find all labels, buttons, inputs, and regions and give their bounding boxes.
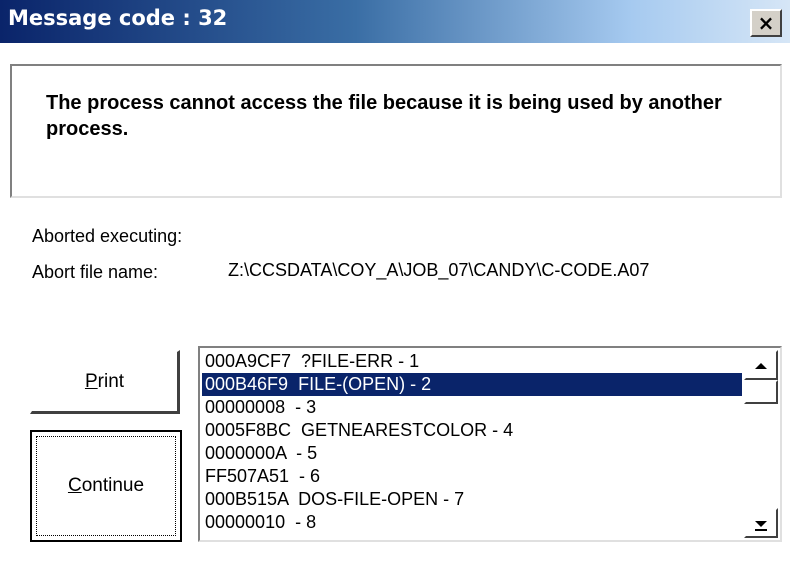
abort-file-name-label: Abort file name: [32, 262, 159, 282]
list-item[interactable]: 000A9CF7 ?FILE-ERR - 1 [202, 350, 742, 373]
window-title: Message code : 32 [8, 6, 228, 30]
list-item[interactable]: 00000008 - 3 [202, 396, 742, 419]
error-dialog: Message code : 32 × The process cannot a… [0, 0, 790, 569]
close-button[interactable]: × [750, 9, 782, 37]
list-item[interactable]: FF507A51 - 6 [202, 465, 742, 488]
continue-button[interactable]: Continue [30, 430, 182, 542]
message-panel: The process cannot access the file becau… [10, 64, 782, 198]
call-stack-items: 000A9CF7 ?FILE-ERR - 1 000B46F9 FILE-(OPE… [202, 350, 742, 534]
print-button[interactable]: Print [30, 350, 180, 414]
list-item[interactable]: 000B515A DOS-FILE-OPEN - 7 [202, 488, 742, 511]
abort-file-name-value: Z:\CCSDATA\COY_A\JOB_07\CANDY\C-CODE.A07 [228, 260, 650, 280]
title-bar[interactable]: Message code : 32 × [0, 0, 790, 43]
error-message: The process cannot access the file becau… [46, 92, 722, 140]
arrow-up-icon [755, 363, 767, 369]
aborted-executing-label: Aborted executing: [32, 226, 183, 246]
list-item[interactable]: 0000000A - 5 [202, 442, 742, 465]
list-item[interactable]: 000B46F9 FILE-(OPEN) - 2 [202, 373, 742, 396]
scroll-down-button[interactable] [744, 508, 778, 538]
print-button-label: Print [84, 370, 125, 392]
call-stack-list[interactable]: 000A9CF7 ?FILE-ERR - 1 000B46F9 FILE-(OPE… [198, 346, 782, 542]
vertical-scrollbar[interactable] [744, 350, 778, 538]
arrow-down-icon [755, 521, 767, 531]
list-item[interactable]: 0005F8BC GETNEARESTCOLOR - 4 [202, 419, 742, 442]
focus-rectangle [36, 436, 176, 536]
list-item[interactable]: 00000010 - 8 [202, 511, 742, 534]
close-icon: × [757, 11, 775, 35]
scroll-up-button[interactable] [744, 350, 778, 380]
scroll-thumb[interactable] [744, 380, 778, 404]
